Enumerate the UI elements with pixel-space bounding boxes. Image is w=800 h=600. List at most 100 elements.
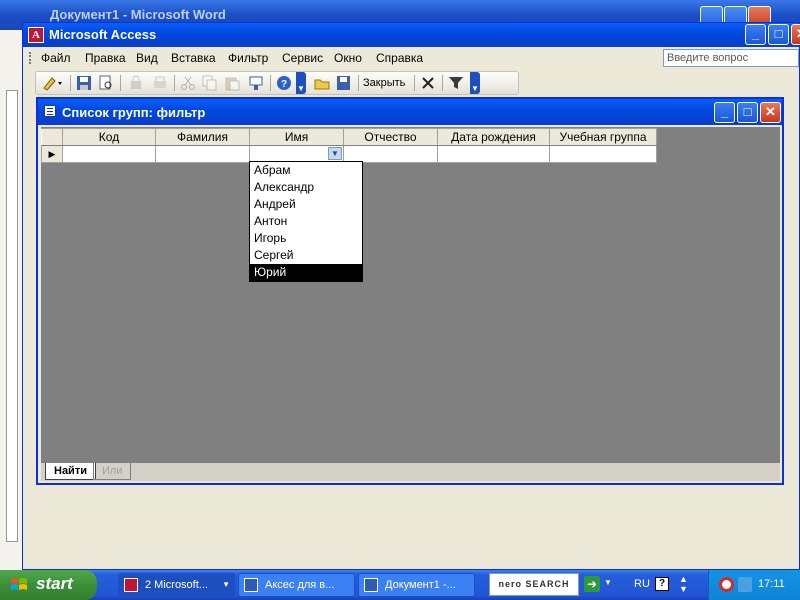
word-left-ruler [0,30,23,570]
menu-insert[interactable]: Вставка [171,51,216,65]
help-icon[interactable]: ? [655,577,669,591]
menu-help[interactable]: Справка [376,51,423,65]
dropdown-option[interactable]: Абрам [250,162,362,179]
system-tray [708,570,800,600]
opera-icon[interactable] [719,577,734,592]
column-header-birth-date[interactable]: Дата рождения [437,128,550,146]
filter-grid: Код Фамилия Имя Отчество Дата рождения У… [41,128,657,163]
language-indicator[interactable]: RU [634,578,650,590]
toolbar-separator [414,75,415,91]
tab-find[interactable]: Найти [45,463,96,480]
row-selector-arrow-icon[interactable]: ▶ [41,145,63,163]
column-header-study-group[interactable]: Учебная группа [549,128,657,146]
menu-bar: Файл Правка Вид Вставка Фильтр Сервис Ок… [23,47,799,69]
print-preview-icon[interactable] [98,75,114,91]
arrow-right-icon[interactable]: ➜ [584,576,600,592]
nero-search-box[interactable]: nero SEARCH [489,573,579,596]
row-selector-header[interactable] [41,128,63,146]
scroll-arrows-icon[interactable]: ▲ ▼ [679,574,688,594]
filter-window: Список групп: фильтр _ □ ✕ Код Фамилия И… [36,97,784,485]
view-design-icon[interactable] [42,75,62,91]
apply-filter-icon[interactable] [448,75,464,91]
access-maximize-button[interactable]: □ [768,24,789,45]
toolbar-separator [358,75,359,91]
access-task-icon [124,578,138,592]
taskbar-item-access-label: 2 Microsoft... [145,579,208,591]
menubar-grip[interactable] [29,52,33,64]
filter-cell-kod[interactable] [62,145,156,163]
column-header-otchestvo[interactable]: Отчество [343,128,438,146]
chevron-down-icon: ▼ [222,580,230,589]
table-icon [44,105,56,117]
column-header-familiya[interactable]: Фамилия [155,128,250,146]
filter-cell-birth-date[interactable] [437,145,550,163]
close-filter-button[interactable]: Закрыть [363,77,405,89]
filter-grid-area: Код Фамилия Имя Отчество Дата рождения У… [41,127,780,462]
print-icon[interactable] [152,75,168,91]
filter-cell-familiya[interactable] [155,145,250,163]
access-close-button[interactable]: ✕ [791,24,800,45]
dropdown-option[interactable]: Юрий [250,264,362,281]
menu-window[interactable]: Окно [334,51,362,65]
access-app-icon: A [28,27,44,43]
menu-edit[interactable]: Правка [85,51,126,65]
clear-grid-icon[interactable] [420,75,436,91]
chevron-down-icon[interactable]: ▼ [328,147,342,160]
menu-view[interactable]: Вид [136,51,158,65]
paste-icon[interactable] [224,75,240,91]
taskbar-item-akses-label: Аксес для в... [265,579,335,591]
taskbar-item-access[interactable]: 2 Microsoft... ▼ [118,573,235,597]
access-title: Microsoft Access [49,27,157,42]
toolbar-separator [442,75,443,91]
access-minimize-button[interactable]: _ [745,24,766,45]
chevron-down-icon[interactable]: ▼ [604,578,612,587]
start-label: start [36,574,73,593]
dropdown-option[interactable]: Игорь [250,230,362,247]
cut-icon[interactable] [180,75,196,91]
column-header-kod[interactable]: Код [62,128,156,146]
copy-icon[interactable] [202,75,218,91]
dropdown-option[interactable]: Антон [250,213,362,230]
taskbar: start 2 Microsoft... ▼ Аксес для в... До… [0,570,800,600]
toolbar-separator [120,75,121,91]
taskbar-item-document[interactable]: Документ1 -... [358,573,475,597]
filter-cell-otchestvo[interactable] [343,145,438,163]
svg-text:?: ? [281,79,287,90]
start-button[interactable]: start [0,570,97,600]
ask-question-input[interactable]: Введите вопрос [663,49,799,67]
grid-header-row: Код Фамилия Имя Отчество Дата рождения У… [41,128,657,146]
filter-close-button[interactable]: ✕ [760,102,781,123]
permission-icon[interactable] [128,75,144,91]
open-query-icon[interactable] [314,75,330,91]
clock: 17:11 [758,578,785,590]
menu-filter[interactable]: Фильтр [228,51,268,65]
tab-or[interactable]: Или [93,463,132,480]
dropdown-option[interactable]: Сергей [250,247,362,264]
toolbar-separator [174,75,175,91]
access-titlebar[interactable]: A Microsoft Access _ □ ✕ [23,23,800,47]
filter-maximize-button[interactable]: □ [737,102,758,123]
filter-cell-study-group[interactable] [549,145,657,163]
taskbar-item-akses[interactable]: Аксес для в... [238,573,355,597]
format-painter-icon[interactable] [248,75,264,91]
network-icon[interactable] [738,577,752,592]
filter-tabs: Найти Или [41,462,780,481]
save-icon[interactable] [76,75,92,91]
windows-logo-icon [11,578,27,590]
help-icon[interactable]: ? [276,75,292,91]
word-title: Документ1 - Microsoft Word [50,7,226,22]
column-header-imya[interactable]: Имя [249,128,344,146]
taskbar-item-document-label: Документ1 -... [385,579,456,591]
dropdown-option[interactable]: Андрей [250,196,362,213]
toolbar-options-chevron[interactable]: ▼ [296,72,306,94]
dropdown-option[interactable]: Александр [250,179,362,196]
filter-cell-imya[interactable]: ▼ [249,145,344,163]
toolbar: ? ▼ Закрыть ▼ [35,71,519,95]
menu-tools[interactable]: Сервис [282,51,323,65]
toolbar-options-chevron[interactable]: ▼ [470,72,480,94]
menu-file[interactable]: Файл [41,51,71,65]
filter-minimize-button[interactable]: _ [714,102,735,123]
filter-window-title: Список групп: фильтр [62,105,206,120]
save-as-query-icon[interactable] [336,75,352,91]
filter-window-titlebar[interactable]: Список групп: фильтр _ □ ✕ [38,99,782,125]
